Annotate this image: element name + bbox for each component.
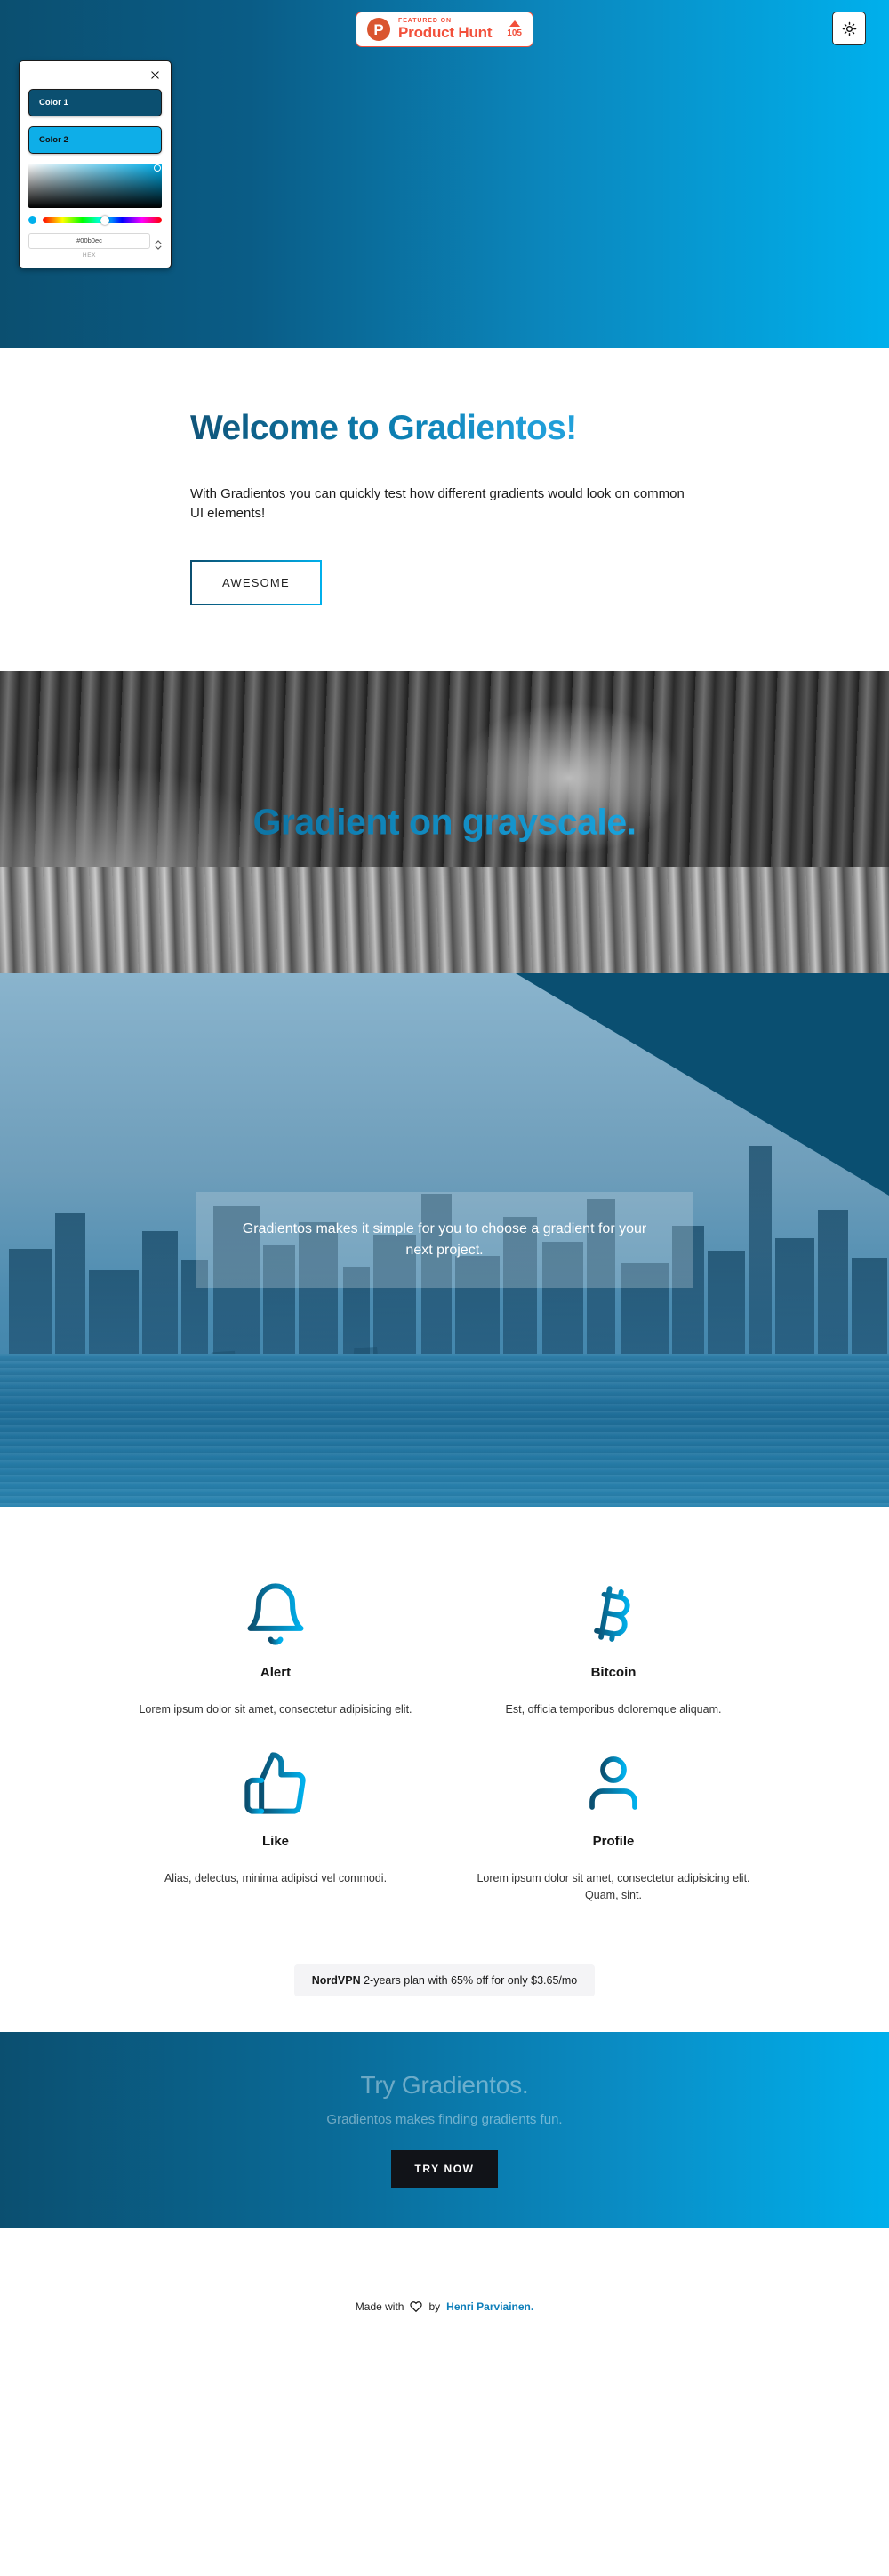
feature-alert: Alert Lorem ipsum dolor sit amet, consec… (107, 1576, 444, 1718)
color-1-swatch[interactable]: Color 1 (28, 89, 162, 116)
cta-subheading: Gradientos makes finding gradients fun. (326, 2112, 563, 2128)
feature-description: Est, officia temporibus doloremque aliqu… (505, 1703, 722, 1716)
promo-brand: NordVPN (311, 1973, 361, 1987)
product-hunt-logo-icon: P (367, 18, 391, 41)
grayscale-image-section: Gradient on grayscale. (0, 671, 889, 974)
footer-made-with-label: Made with (355, 2300, 404, 2313)
color-format-stepper[interactable] (155, 239, 162, 250)
hue-row (28, 215, 162, 225)
feature-icon-wrap (466, 1576, 761, 1652)
hue-slider[interactable] (43, 215, 162, 225)
feature-title: Alert (260, 1665, 292, 1681)
feature-profile: Profile Lorem ipsum dolor sit amet, cons… (444, 1745, 782, 1904)
bell-icon (247, 1583, 304, 1645)
hex-field-label: HEX (82, 252, 97, 259)
page-title: Welcome to Gradientos! (190, 409, 699, 449)
welcome-paragraph: With Gradientos you can quickly test how… (190, 485, 685, 521)
color-2-swatch[interactable]: Color 2 (28, 126, 162, 154)
product-hunt-name: Product Hunt (398, 24, 493, 42)
profile-icon (589, 1756, 637, 1810)
city-image-section: Gradientos makes it simple for you to ch… (0, 973, 889, 1508)
color-1-label: Color 1 (39, 98, 68, 108)
welcome-section: Welcome to Gradientos! With Gradientos y… (0, 348, 889, 672)
hex-row: HEX (28, 231, 162, 259)
promo-text: 2-years plan with 65% off for only $3.65… (360, 1973, 578, 1987)
footer: Made with by Henri Parviainen. (0, 2227, 889, 2386)
feature-description: Lorem ipsum dolor sit amet, consectetur … (139, 1703, 412, 1716)
try-now-button[interactable]: TRY NOW (391, 2150, 498, 2188)
footer-author-link[interactable]: Henri Parviainen. (446, 2300, 533, 2313)
bitcoin-icon (594, 1586, 630, 1643)
heart-icon (410, 2300, 423, 2313)
thumbs-up-icon (244, 1752, 306, 1814)
promo-row: NordVPN 2-years plan with 65% off for on… (0, 1935, 889, 2032)
feature-bitcoin: Bitcoin Est, officia temporibus doloremq… (444, 1576, 782, 1718)
saturation-value-area[interactable] (28, 164, 162, 208)
chevron-up-icon (155, 239, 162, 244)
theme-toggle-button[interactable] (832, 12, 866, 45)
product-hunt-votes[interactable]: 105 (507, 20, 522, 38)
saturation-handle[interactable] (154, 164, 161, 172)
color-picker-close-button[interactable] (28, 68, 162, 89)
cta-section: Try Gradientos. Gradientos makes finding… (0, 2031, 889, 2228)
nordvpn-promo-banner[interactable]: NordVPN 2-years plan with 65% off for on… (293, 1964, 596, 1996)
feature-description: Lorem ipsum dolor sit amet, consectetur … (477, 1872, 750, 1901)
feature-title: Like (261, 1834, 289, 1850)
city-overlay-text: Gradientos makes it simple for you to ch… (196, 1192, 693, 1289)
hero-section: P FEATURED ON Product Hunt 105 Color 1 C… (0, 0, 889, 348)
product-hunt-text: FEATURED ON Product Hunt (398, 18, 492, 41)
product-hunt-badge[interactable]: P FEATURED ON Product Hunt 105 (356, 12, 533, 47)
grayscale-section-title: Gradient on grayscale. (0, 802, 889, 844)
landing-page: P FEATURED ON Product Hunt 105 Color 1 C… (0, 0, 889, 2386)
feature-icon-wrap (466, 1745, 761, 1821)
cta-heading: Try Gradientos. (360, 2071, 529, 2100)
hex-field-group: HEX (28, 231, 150, 259)
feature-like: Like Alias, delectus, minima adipisci ve… (107, 1745, 444, 1904)
features-section: Alert Lorem ipsum dolor sit amet, consec… (0, 1507, 889, 1936)
color-2-label: Color 2 (39, 135, 68, 145)
feature-description: Alias, delectus, minima adipisci vel com… (164, 1872, 388, 1885)
feature-title: Profile (592, 1834, 635, 1850)
chevron-down-icon (155, 245, 162, 250)
awesome-button[interactable]: AWESOME (190, 560, 322, 606)
sun-icon (842, 21, 856, 36)
color-picker-panel[interactable]: Color 1 Color 2 HEX (19, 60, 172, 268)
feature-icon-wrap (128, 1745, 423, 1821)
current-color-preview (28, 216, 36, 224)
feature-icon-wrap (128, 1576, 423, 1652)
footer-by-label: by (428, 2300, 441, 2313)
product-hunt-upvote-count: 105 (507, 28, 522, 38)
hex-input[interactable] (28, 232, 150, 249)
hue-slider-handle[interactable] (100, 215, 109, 225)
upvote-caret-icon (509, 20, 520, 27)
water-area (0, 1354, 889, 1508)
features-grid: Alert Lorem ipsum dolor sit amet, consec… (107, 1576, 782, 1903)
close-icon (151, 71, 159, 79)
feature-title: Bitcoin (590, 1665, 637, 1681)
